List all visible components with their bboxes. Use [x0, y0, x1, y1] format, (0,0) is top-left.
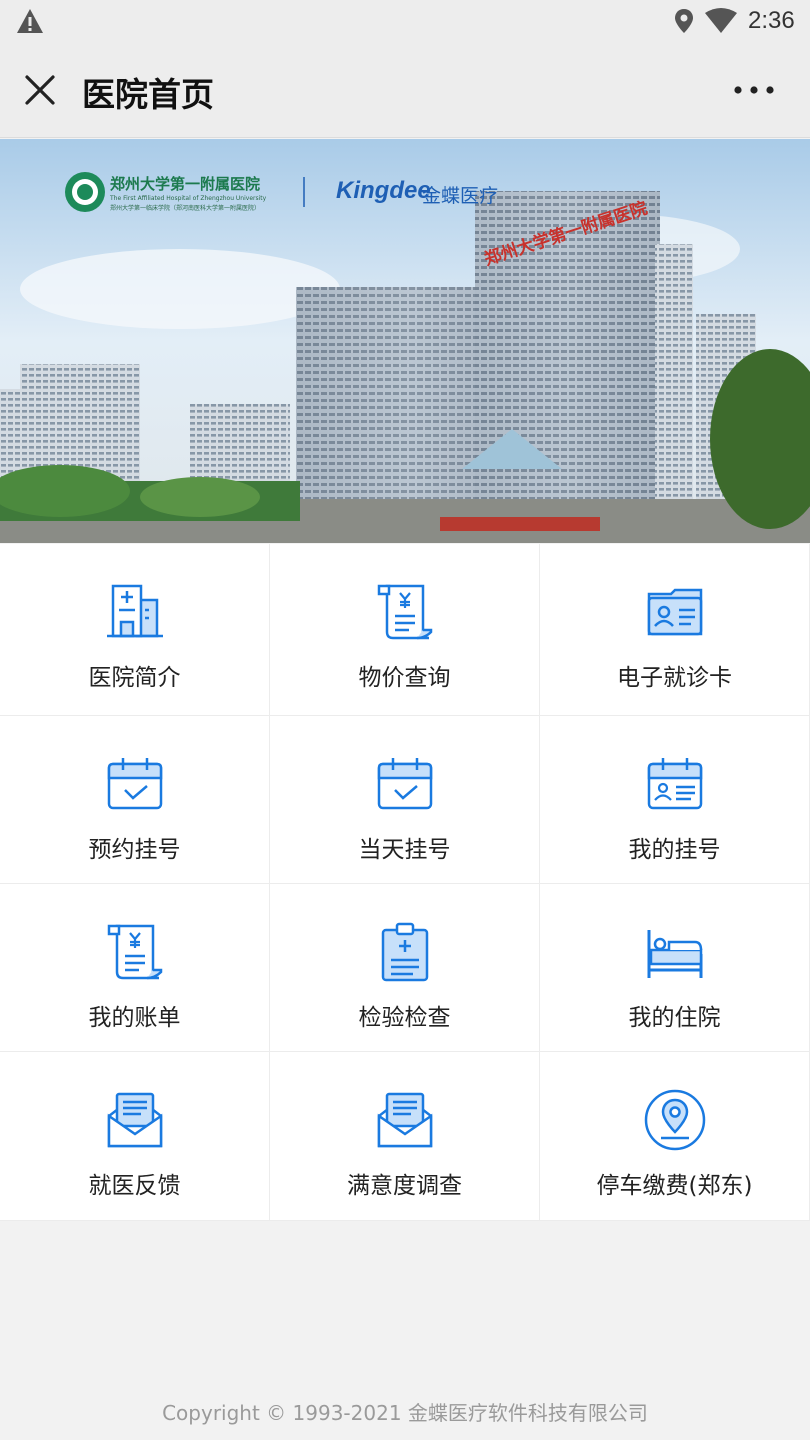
service-menu-grid: 医院简介 物价查询 电子就诊卡 预约挂号 当天挂号 我的挂号 我的账单 检验检查…: [0, 544, 810, 1221]
menu-item-appointment[interactable]: 预约挂号: [0, 716, 270, 884]
kingdee-medical-text: 金蝶医疗: [422, 185, 499, 207]
menu-item-label: 医院简介: [88, 665, 181, 691]
price-scroll-icon: [377, 584, 432, 640]
menu-item-label: 我的账单: [88, 1005, 181, 1031]
menu-item-hospitalization[interactable]: 我的住院: [540, 884, 810, 1052]
menu-item-same-day[interactable]: 当天挂号: [270, 716, 540, 884]
clipboard-plus-icon: [381, 922, 428, 982]
id-card-icon: [647, 588, 702, 636]
hospital-english-name: The First Affiliated Hospital of Zhengzh…: [110, 195, 267, 202]
menu-item-electronic-card[interactable]: 电子就诊卡: [540, 544, 810, 716]
calendar-person-icon: [647, 758, 702, 810]
status-time: 2:36: [748, 7, 795, 34]
status-bar: 2:36: [0, 0, 810, 42]
menu-item-label: 检验检查: [358, 1005, 451, 1031]
hospital-bed-icon: [647, 930, 702, 978]
menu-item-satisfaction-survey[interactable]: 满意度调查: [270, 1052, 540, 1221]
menu-item-label: 物价查询: [358, 665, 451, 691]
kingdee-logo-text: Kingdee: [336, 177, 431, 204]
menu-item-feedback[interactable]: 就医反馈: [0, 1052, 270, 1221]
menu-item-label: 我的挂号: [628, 837, 721, 863]
menu-item-label: 电子就诊卡: [617, 665, 732, 691]
location-icon: [675, 9, 693, 33]
menu-item-parking-payment[interactable]: 停车缴费(郑东): [540, 1052, 810, 1221]
hospital-building-icon: [106, 584, 163, 638]
location-pin-icon: [644, 1089, 705, 1151]
menu-item-label: 预约挂号: [88, 837, 181, 863]
menu-item-label: 满意度调查: [347, 1173, 462, 1199]
envelope-letter-icon: [107, 1092, 162, 1148]
menu-item-my-bill[interactable]: 我的账单: [0, 884, 270, 1052]
nav-bar: 医院首页: [0, 42, 810, 138]
menu-item-label: 我的住院: [628, 1005, 721, 1031]
menu-item-hospital-intro[interactable]: 医院简介: [0, 544, 270, 716]
page-title: 医院首页: [82, 75, 214, 114]
copyright-footer: Copyright © 1993-2021 金蝶医疗软件科技有限公司: [162, 1401, 648, 1425]
bill-scroll-icon: [107, 924, 162, 980]
close-icon[interactable]: [22, 72, 58, 108]
menu-item-price-query[interactable]: 物价查询: [270, 544, 540, 716]
hospital-banner[interactable]: 郑州大学第一附属医院 郑州大学第一附属医院 The First Affiliat…: [0, 139, 810, 543]
hospital-subtitle: 郑州大学第一临床学院（郑河南医科大学第一附属医院）: [110, 205, 261, 212]
menu-item-my-registration[interactable]: 我的挂号: [540, 716, 810, 884]
calendar-check-icon: [377, 758, 432, 810]
warning-icon: [17, 9, 43, 33]
menu-item-label: 当天挂号: [358, 837, 451, 863]
calendar-check-icon: [107, 758, 162, 810]
envelope-letter-icon: [377, 1092, 432, 1148]
menu-item-lab-exam[interactable]: 检验检查: [270, 884, 540, 1052]
menu-item-label: 就医反馈: [88, 1173, 181, 1199]
menu-item-label: 停车缴费(郑东): [596, 1173, 753, 1199]
wifi-icon: [705, 8, 737, 33]
hospital-name: 郑州大学第一附属医院: [110, 175, 261, 193]
more-icon[interactable]: [732, 82, 776, 98]
